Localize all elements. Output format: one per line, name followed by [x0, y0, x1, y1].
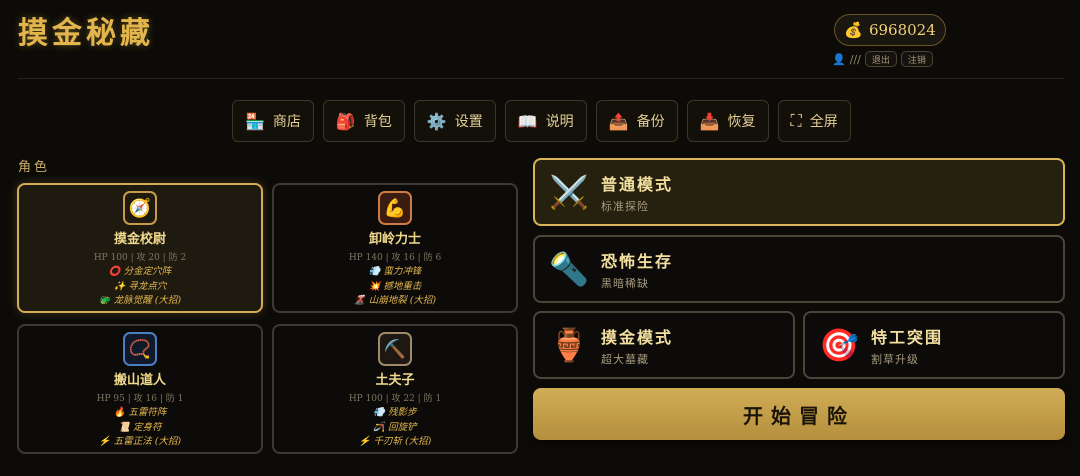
- character-name: 土夫子: [375, 373, 415, 388]
- character-card-xieling-lishi[interactable]: 💪 卸岭力士 HP 140 | 攻 16 | 防 6 💨 蛮力冲锋 💥 撼地重击…: [272, 183, 518, 313]
- mode-description: 黑暗稀缺: [601, 276, 649, 290]
- restore-button[interactable]: 📥 恢复: [686, 100, 769, 142]
- book-icon: 📖: [517, 111, 538, 131]
- logout-button[interactable]: 退出: [864, 51, 897, 67]
- shop-icon: 🏪: [245, 111, 265, 131]
- backpack-button[interactable]: 🎒 背包: [322, 100, 405, 142]
- character-stats: HP 140 | 攻 16 | 防 6: [348, 253, 442, 263]
- character-skill: 🌋 山崩地裂 (大招): [353, 295, 437, 306]
- toolbar: 🏪 商店 🎒 背包 ⚙️ 设置 📖 说明 📤 备份 📥 恢复 ⛶ 全屏: [232, 100, 851, 142]
- coin-balance: 💰 6968024: [834, 14, 946, 46]
- coin-amount: 6968024: [868, 21, 936, 39]
- character-stats: HP 95 | 攻 16 | 防 1: [96, 394, 184, 404]
- character-name: 搬山道人: [113, 373, 166, 388]
- character-card-tufuzi[interactable]: ⛏️ 土夫子 HP 100 | 攻 22 | 防 1 💨 残影步 🪃 回旋铲 ⚡…: [272, 324, 518, 454]
- fullscreen-label: 全屏: [809, 114, 838, 130]
- help-button[interactable]: 📖 说明: [504, 100, 587, 142]
- mode-description: 割草升级: [871, 352, 919, 366]
- backpack-label: 背包: [363, 114, 392, 130]
- roles-heading: 角色: [18, 160, 51, 175]
- inbox-icon: 📥: [699, 111, 720, 131]
- game-title: 摸金秘藏: [18, 16, 154, 51]
- character-skill: 💥 撼地重击: [368, 280, 422, 292]
- mode-horror[interactable]: 🔦 恐怖生存 黑暗稀缺: [533, 235, 1065, 303]
- mode-mojin[interactable]: 🏺 摸金模式 超大墓藏: [533, 311, 795, 379]
- settings-label: 设置: [454, 114, 483, 130]
- character-skill: 💨 残影步: [373, 407, 417, 418]
- mode-title: 摸金模式: [601, 327, 674, 347]
- character-skill: ⚡ 千刃斩 (大招): [358, 436, 432, 447]
- mode-title: 普通模式: [601, 174, 674, 194]
- character-stats: HP 100 | 攻 22 | 防 1: [348, 394, 442, 404]
- deregister-button[interactable]: 注销: [900, 51, 933, 67]
- character-skill: ✨ 寻龙点穴: [113, 280, 167, 292]
- character-skill: 🐲 龙脉觉醒 (大招): [98, 295, 182, 306]
- fullscreen-icon: ⛶: [790, 111, 802, 130]
- character-card-mojin-xiaowei[interactable]: 🧭 摸金校尉 HP 100 | 攻 20 | 防 2 ⭕ 分金定穴阵 ✨ 寻龙点…: [17, 183, 263, 313]
- mode-title: 特工突围: [871, 327, 944, 347]
- target-icon: 🎯: [819, 326, 859, 364]
- character-skill: ⚡ 五雷正法 (大招): [98, 436, 182, 447]
- fullscreen-button[interactable]: ⛶ 全屏: [777, 100, 851, 142]
- shop-label: 商店: [272, 114, 301, 130]
- help-label: 说明: [545, 114, 574, 130]
- backup-button[interactable]: 📤 备份: [595, 100, 678, 142]
- mode-description: 标准探险: [601, 199, 649, 213]
- restore-label: 恢复: [727, 114, 756, 130]
- backpack-icon: 🎒: [335, 111, 356, 131]
- user-row: 👤 /// 退出 注销: [832, 50, 948, 68]
- backup-label: 备份: [636, 114, 665, 130]
- mode-normal[interactable]: ⚔️ 普通模式 标准探险: [533, 158, 1065, 226]
- amphora-icon: 🏺: [549, 326, 589, 364]
- compass-icon: 🧭: [123, 191, 157, 225]
- settings-button[interactable]: ⚙️ 设置: [413, 100, 496, 142]
- money-bag-icon: 💰: [844, 21, 863, 39]
- shop-button[interactable]: 🏪 商店: [232, 100, 314, 142]
- character-name: 卸岭力士: [368, 232, 421, 247]
- username: ///: [849, 52, 861, 66]
- character-skill: 📜 定身符: [118, 421, 162, 433]
- character-skill: 💨 蛮力冲锋: [368, 266, 422, 277]
- user-icon: 👤: [832, 52, 846, 66]
- character-skill: 🪃 回旋铲: [373, 421, 417, 433]
- prayer-beads-icon: 📿: [123, 332, 157, 366]
- character-name: 摸金校尉: [113, 232, 166, 247]
- crossed-swords-icon: ⚔️: [549, 173, 589, 211]
- muscle-icon: 💪: [378, 191, 412, 225]
- gear-icon: ⚙️: [426, 111, 447, 131]
- flashlight-icon: 🔦: [549, 250, 589, 288]
- start-adventure-button[interactable]: 开始冒险: [533, 388, 1065, 440]
- header-divider: [18, 78, 1064, 79]
- outbox-icon: 📤: [608, 111, 629, 131]
- pickaxe-icon: ⛏️: [378, 332, 412, 366]
- character-skill: 🔥 五雷符阵: [113, 407, 167, 418]
- mode-description: 超大墓藏: [601, 352, 649, 366]
- mode-title: 恐怖生存: [601, 251, 674, 271]
- character-skill: ⭕ 分金定穴阵: [108, 266, 172, 277]
- mode-agent[interactable]: 🎯 特工突围 割草升级: [803, 311, 1065, 379]
- character-stats: HP 100 | 攻 20 | 防 2: [93, 253, 187, 263]
- character-card-banshan-daoren[interactable]: 📿 搬山道人 HP 95 | 攻 16 | 防 1 🔥 五雷符阵 📜 定身符 ⚡…: [17, 324, 263, 454]
